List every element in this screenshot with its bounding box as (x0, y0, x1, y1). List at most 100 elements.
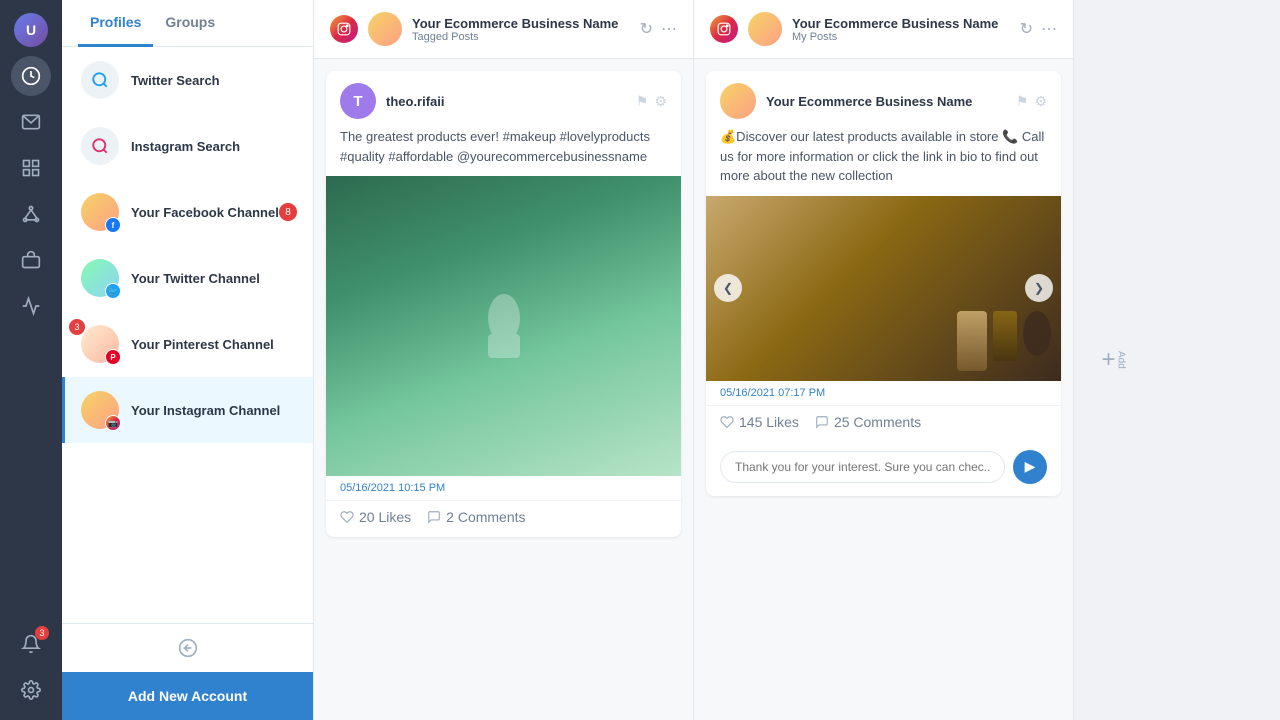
pinterest-channel-info: Your Pinterest Channel (131, 337, 297, 352)
settings-icon-1[interactable]: ⚙ (654, 93, 667, 110)
facebook-channel-avatar: f (81, 193, 119, 231)
refresh-icon-1[interactable]: ↻ (640, 19, 653, 39)
post-header-2: Your Ecommerce Business Name ⚑ ⚙ (706, 71, 1061, 127)
post-likes-2: 145 Likes (720, 414, 799, 430)
post-username-1: theo.rifaii (386, 94, 626, 109)
sidebar-analytics-icon[interactable] (11, 286, 51, 326)
post-comments-1: 2 Comments (427, 509, 525, 525)
col-account-avatar-1 (368, 12, 402, 46)
likes-count-1: 20 Likes (359, 509, 411, 525)
twitter-channel-label: Your Twitter Channel (131, 271, 297, 286)
post-likes-1: 20 Likes (340, 509, 411, 525)
post-body-2: 💰Discover our latest products available … (706, 127, 1061, 196)
comments-count-2: 25 Comments (834, 414, 921, 430)
post-footer-1: 20 Likes 2 Comments (326, 500, 681, 537)
instagram-search-icon-wrap (81, 127, 119, 165)
tagged-posts-column: Your Ecommerce Business Name Tagged Post… (314, 0, 694, 720)
carousel-prev-2[interactable]: ❮ (714, 274, 742, 302)
my-posts-header: Your Ecommerce Business Name My Posts ↻ … (694, 0, 1073, 59)
flag-icon-2[interactable]: ⚑ (1016, 93, 1029, 110)
col-account-avatar-2 (748, 12, 782, 46)
tab-header: Profiles Groups (62, 0, 313, 47)
instagram-channel-info: Your Instagram Channel (131, 403, 297, 418)
reply-input-2[interactable] (720, 451, 1005, 483)
post-card-actions-1: ⚑ ⚙ (636, 93, 667, 110)
post-date-2: 05/16/2021 07:17 PM (706, 381, 1061, 405)
comments-count-1: 2 Comments (446, 509, 525, 525)
twitter-badge: 🐦 (105, 283, 121, 299)
add-column-label: Add (1116, 351, 1127, 369)
tab-profiles[interactable]: Profiles (78, 0, 153, 47)
col-instagram-icon-2 (710, 15, 738, 43)
post-image-1 (326, 176, 681, 476)
sidebar-notifications-icon[interactable]: 3 (11, 624, 51, 664)
pinterest-channel-avatar: P (81, 325, 119, 363)
channel-list: Twitter Search Instagram Search f Your F… (62, 47, 313, 623)
sidebar-item-twitter-channel[interactable]: 🐦 Your Twitter Channel (62, 245, 313, 311)
facebook-channel-info: Your Facebook Channel (131, 205, 279, 220)
pinterest-channel-label: Your Pinterest Channel (131, 337, 297, 352)
post-card-1: T theo.rifaii ⚑ ⚙ The greatest products … (326, 71, 681, 537)
sidebar-item-twitter-search[interactable]: Twitter Search (62, 47, 313, 113)
tagged-posts-header: Your Ecommerce Business Name Tagged Post… (314, 0, 693, 59)
instagram-channel-label: Your Instagram Channel (131, 403, 297, 418)
post-avatar-1: T (340, 83, 376, 119)
collapse-sidebar-button[interactable] (62, 623, 313, 672)
sidebar-engage-icon[interactable] (11, 194, 51, 234)
columns-container: Your Ecommerce Business Name Tagged Post… (314, 0, 1280, 720)
column-title-1: Your Ecommerce Business Name Tagged Post… (412, 16, 630, 43)
pinterest-unread-badge: 3 (69, 319, 85, 335)
add-column-button[interactable]: + Add (1074, 0, 1154, 720)
tab-groups[interactable]: Groups (153, 0, 227, 47)
instagram-search-label: Instagram Search (131, 139, 297, 154)
post-username-2: Your Ecommerce Business Name (766, 94, 1006, 109)
more-icon-1[interactable]: ⋯ (661, 19, 677, 39)
sidebar-mail-icon[interactable] (11, 102, 51, 142)
reply-area-2: ▶ (706, 442, 1061, 496)
likes-count-2: 145 Likes (739, 414, 799, 430)
facebook-channel-label: Your Facebook Channel (131, 205, 279, 220)
column-title-2: Your Ecommerce Business Name My Posts (792, 16, 1010, 43)
post-avatar-2 (720, 83, 756, 119)
sidebar-home-icon[interactable]: U (11, 10, 51, 50)
post-date-1: 05/16/2021 10:15 PM (326, 476, 681, 500)
post-body-1: The greatest products ever! #makeup #lov… (326, 127, 681, 176)
col-sub-label-2: My Posts (792, 31, 1010, 43)
sidebar-listen-icon[interactable] (11, 240, 51, 280)
post-header-1: T theo.rifaii ⚑ ⚙ (326, 71, 681, 127)
notification-badge: 3 (35, 626, 49, 640)
sidebar-settings-icon[interactable] (11, 670, 51, 710)
post-comments-2: 25 Comments (815, 414, 921, 430)
carousel-next-2[interactable]: ❯ (1025, 274, 1053, 302)
posts-scroll-1: T theo.rifaii ⚑ ⚙ The greatest products … (314, 59, 693, 720)
sidebar-item-pinterest-channel[interactable]: P Your Pinterest Channel 3 (62, 311, 313, 377)
sidebar-dashboard-icon[interactable] (11, 56, 51, 96)
instagram-search-info: Instagram Search (131, 139, 297, 154)
col-instagram-icon (330, 15, 358, 43)
sidebar-item-instagram-channel[interactable]: 📷 Your Instagram Channel (62, 377, 313, 443)
col-sub-label-1: Tagged Posts (412, 31, 630, 43)
twitter-search-icon-wrap (81, 61, 119, 99)
more-icon-2[interactable]: ⋯ (1041, 19, 1057, 39)
add-account-button[interactable]: Add New Account (62, 672, 313, 720)
post-card-actions-2: ⚑ ⚙ (1016, 93, 1047, 110)
add-column-icon: + (1101, 346, 1115, 374)
facebook-badge: f (105, 217, 121, 233)
col-account-name-1: Your Ecommerce Business Name (412, 16, 630, 31)
sidebar-publish-icon[interactable] (11, 148, 51, 188)
refresh-icon-2[interactable]: ↻ (1020, 19, 1033, 39)
instagram-badge: 📷 (105, 415, 121, 431)
reply-send-button-2[interactable]: ▶ (1013, 450, 1047, 484)
my-posts-column: Your Ecommerce Business Name My Posts ↻ … (694, 0, 1074, 720)
twitter-search-label: Twitter Search (131, 73, 297, 88)
posts-scroll-2: Your Ecommerce Business Name ⚑ ⚙ 💰Discov… (694, 59, 1073, 720)
dark-sidebar: U 3 (0, 0, 62, 720)
sidebar-item-facebook-channel[interactable]: f Your Facebook Channel 8 (62, 179, 313, 245)
post-footer-2: 145 Likes 25 Comments (706, 405, 1061, 442)
sidebar-item-instagram-search[interactable]: Instagram Search (62, 113, 313, 179)
main-content: Your Ecommerce Business Name Tagged Post… (314, 0, 1280, 720)
facebook-unread-badge: 8 (279, 203, 297, 221)
settings-icon-2[interactable]: ⚙ (1034, 93, 1047, 110)
flag-icon-1[interactable]: ⚑ (636, 93, 649, 110)
post-image-2: ❮ ❯ (706, 196, 1061, 381)
